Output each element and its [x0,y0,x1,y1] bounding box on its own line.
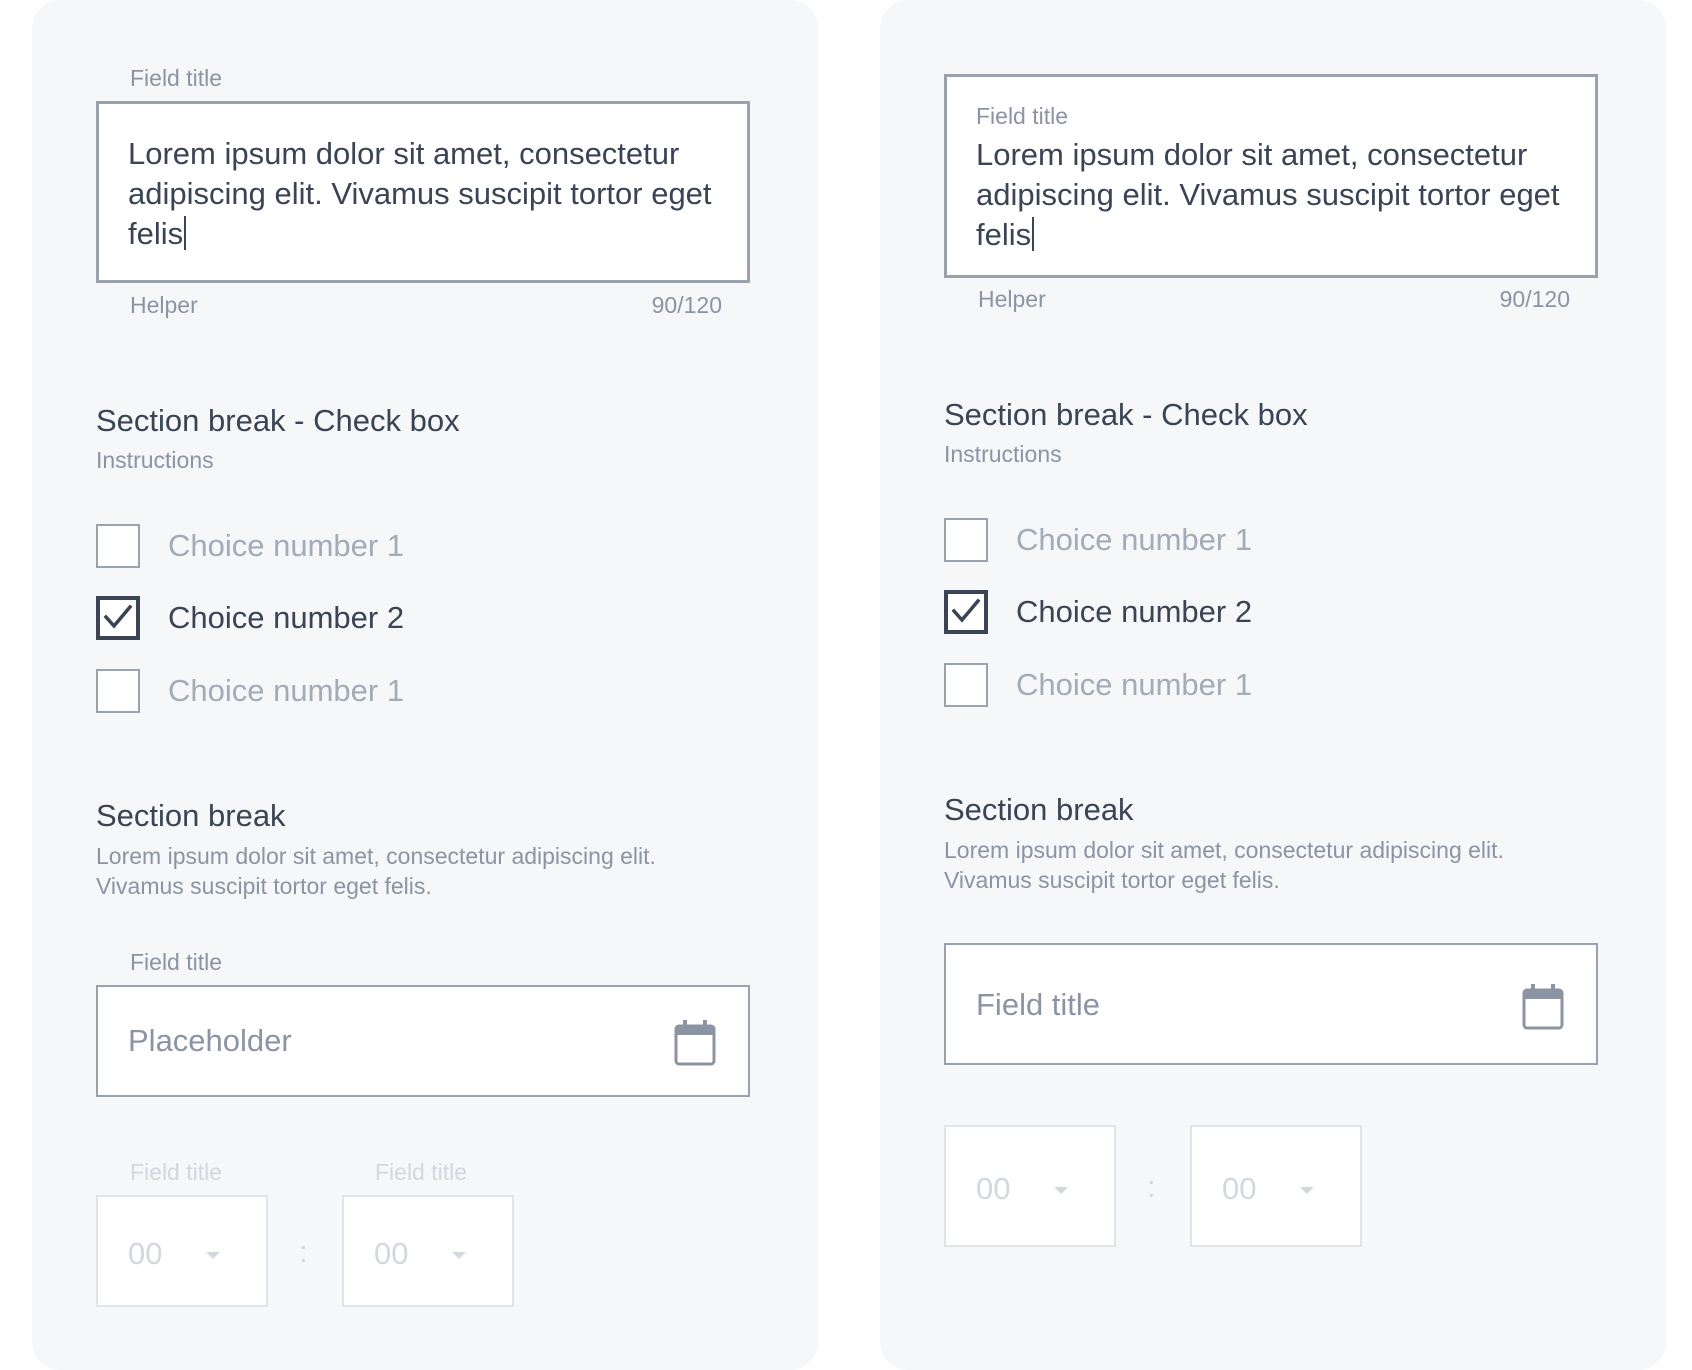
checkbox-choice-3[interactable]: Choice number 1 [96,667,404,715]
checkbox-label: Choice number 2 [168,600,405,635]
checkbox-choice-2[interactable]: Choice number 2 [96,594,404,642]
section-description: Lorem ipsum dolor sit amet, consectetur … [96,843,656,899]
checkbox-label: Choice number 1 [1016,522,1253,557]
minute-value: 00 [1222,1171,1257,1206]
checkbox[interactable] [944,518,988,562]
calendar-icon[interactable] [674,1020,716,1066]
checkbox[interactable] [96,669,140,713]
calendar-icon[interactable] [1522,984,1564,1030]
textarea-field-title: Field title [976,103,1069,129]
checkbox-checked[interactable] [96,596,140,640]
caret-down-icon [1054,1187,1068,1194]
date-field-title: Field title [130,949,223,975]
checkbox-label: Choice number 1 [1016,667,1253,702]
caret-down-icon [1300,1187,1314,1194]
hour-value: 00 [976,1171,1011,1206]
time-separator: : [1147,1169,1156,1204]
text-caret [184,216,187,250]
checkbox-choice-1[interactable]: Choice number 1 [96,522,404,570]
textarea-helper: Helper [130,292,198,318]
form-panel-right: Field title Lorem ipsum dolor sit amet, … [880,0,1666,1370]
caret-down-icon [206,1252,220,1259]
checkbox-label: Choice number 1 [168,673,405,708]
minute-field-title: Field title [375,1159,468,1185]
textarea-value: Lorem ipsum dolor sit amet, consectetur … [128,136,712,251]
date-input[interactable]: Placeholder [96,985,750,1097]
checkbox-label: Choice number 1 [168,528,405,563]
checkbox-section-title: Section break - Check box [96,403,460,438]
check-icon [103,604,133,629]
hour-select[interactable]: 00 [96,1195,268,1307]
textarea-field[interactable]: Lorem ipsum dolor sit amet, consectetur … [96,101,750,283]
hour-field-title: Field title [130,1159,223,1185]
date-placeholder: Placeholder [128,1023,292,1058]
textarea-char-counter: 90/120 [1499,286,1570,312]
checkbox-section-instructions: Instructions [96,447,214,473]
minute-select[interactable]: 00 [1190,1125,1362,1247]
date-placeholder: Field title [976,987,1101,1022]
time-separator: : [299,1234,308,1269]
section-title: Section break [96,798,286,833]
section-title: Section break [944,792,1134,827]
minute-value: 00 [374,1236,409,1271]
textarea-helper: Helper [978,286,1046,312]
checkbox-label: Choice number 2 [1016,594,1253,629]
form-panel-left: Field title Lorem ipsum dolor sit amet, … [32,0,818,1370]
section-description: Lorem ipsum dolor sit amet, consectetur … [944,837,1504,893]
checkbox-choice-3[interactable]: Choice number 1 [944,661,1252,709]
checkbox-section-instructions: Instructions [944,441,1062,467]
checkbox-choice-1[interactable]: Choice number 1 [944,516,1252,564]
textarea-char-counter: 90/120 [651,292,722,318]
caret-down-icon [452,1252,466,1259]
textarea-field-title: Field title [130,65,223,91]
text-caret [1032,217,1035,251]
checkbox-section-title: Section break - Check box [944,397,1308,432]
minute-select[interactable]: 00 [342,1195,514,1307]
checkbox[interactable] [96,524,140,568]
check-icon [951,598,981,623]
hour-select[interactable]: 00 [944,1125,1116,1247]
textarea-value: Lorem ipsum dolor sit amet, consectetur … [976,137,1560,252]
hour-value: 00 [128,1236,163,1271]
checkbox[interactable] [944,663,988,707]
checkbox-choice-2[interactable]: Choice number 2 [944,588,1252,636]
textarea-field[interactable]: Field title Lorem ipsum dolor sit amet, … [944,74,1598,278]
checkbox-checked[interactable] [944,590,988,634]
date-input[interactable]: Field title [944,943,1598,1065]
